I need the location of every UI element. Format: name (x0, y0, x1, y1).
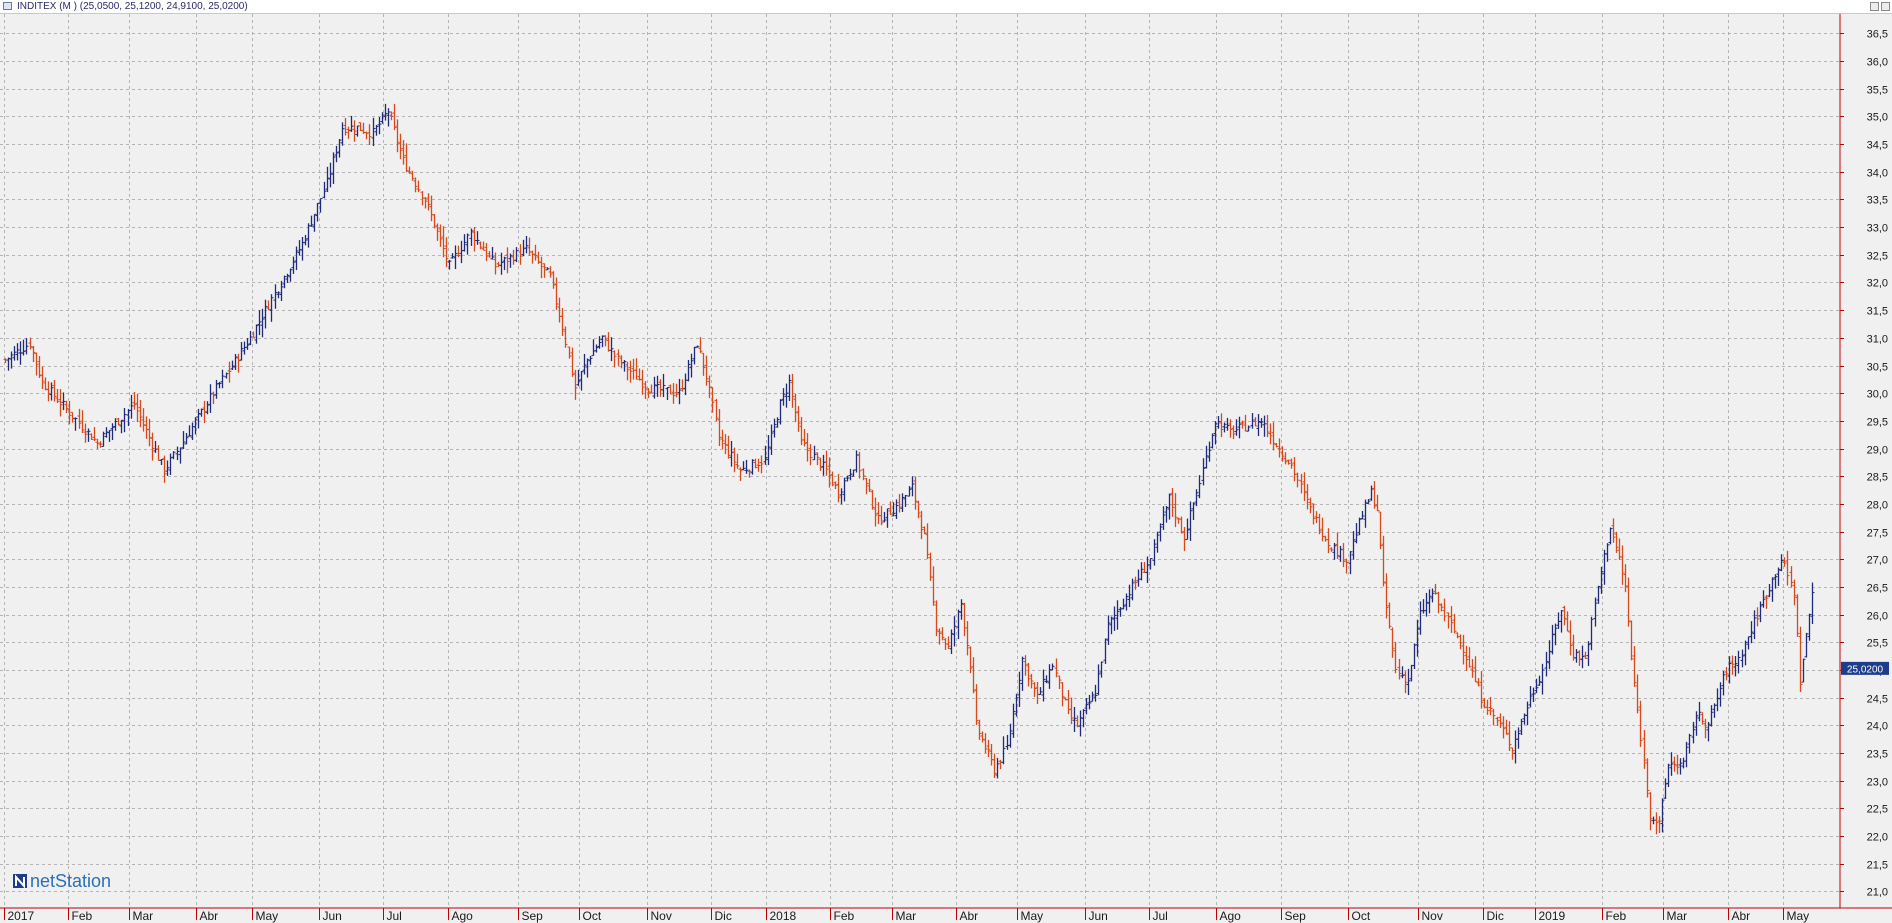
x-tick-label: Feb (72, 909, 93, 923)
window-title: INDITEX (M ) (25,0500, 25,1200, 24,9100,… (17, 1, 248, 12)
y-tick-label: 29,0 (1867, 445, 1888, 457)
y-tick-label: 29,5 (1867, 417, 1888, 429)
x-tick-label: Jul (387, 909, 402, 923)
y-tick-label: 31,0 (1867, 334, 1888, 346)
y-tick-label: 27,0 (1867, 555, 1888, 567)
x-tick-label: 2018 (770, 909, 797, 923)
x-tick-label: Abr (200, 909, 219, 923)
y-tick-label: 33,5 (1867, 195, 1888, 207)
y-tick-label: 36,0 (1867, 57, 1888, 69)
y-tick-label: 33,0 (1867, 223, 1888, 235)
y-tick-label: 21,5 (1867, 860, 1888, 872)
y-tick-label: 36,5 (1867, 29, 1888, 41)
y-tick-label: 26,0 (1867, 611, 1888, 623)
x-tick-label: Oct (1352, 909, 1371, 923)
x-tick-label: Mar (1667, 909, 1688, 923)
x-tick-label: May (1021, 909, 1044, 923)
x-tick-label: Dic (1487, 909, 1504, 923)
x-tick-label: May (1787, 909, 1810, 923)
close-window-button[interactable] (1881, 2, 1890, 11)
x-tick-label: Ago (1220, 909, 1242, 923)
y-tick-label: 30,5 (1867, 362, 1888, 374)
time-axis: 2017 Feb Mar Abr May Jun Jul Ago Sep Oct Nov Dic 201… (4, 908, 1810, 923)
x-tick-label: 2017 (8, 909, 35, 923)
x-tick-label: Jun (1089, 909, 1108, 923)
last-price-label: 25,0200 (1847, 664, 1884, 675)
y-tick-label: 32,0 (1867, 278, 1888, 290)
x-tick-label: Feb (834, 909, 855, 923)
x-tick-label: 2019 (1539, 909, 1566, 923)
chart-background (0, 14, 1892, 923)
x-tick-label: Sep (1285, 909, 1307, 923)
netstation-logo-text: netStation (30, 871, 111, 891)
y-tick-label: 35,5 (1867, 85, 1888, 97)
y-tick-label: 31,5 (1867, 306, 1888, 318)
x-tick-label: Abr (1732, 909, 1751, 923)
price-chart[interactable]: 21,021,522,022,523,023,524,024,525,025,5… (0, 14, 1892, 923)
x-tick-label: Nov (651, 909, 672, 923)
y-tick-label: 28,5 (1867, 472, 1888, 484)
x-tick-label: Sep (522, 909, 544, 923)
x-tick-label: Dic (715, 909, 732, 923)
y-tick-label: 34,0 (1867, 168, 1888, 180)
x-tick-label: Mar (896, 909, 917, 923)
y-tick-label: 34,5 (1867, 140, 1888, 152)
x-tick-label: Feb (1606, 909, 1627, 923)
y-tick-label: 26,5 (1867, 583, 1888, 595)
x-tick-label: Nov (1422, 909, 1443, 923)
y-tick-label: 27,5 (1867, 528, 1888, 540)
y-tick-label: 32,5 (1867, 251, 1888, 263)
x-tick-label: Mar (133, 909, 154, 923)
y-tick-label: 28,0 (1867, 500, 1888, 512)
y-tick-label: 21,0 (1867, 887, 1888, 899)
x-tick-label: Jun (323, 909, 342, 923)
x-tick-label: Abr (960, 909, 979, 923)
y-tick-label: 22,5 (1867, 804, 1888, 816)
last-price-tag: 25,0200 (1841, 661, 1889, 675)
window-title-bar: INDITEX (M ) (25,0500, 25,1200, 24,9100,… (0, 0, 1892, 14)
y-tick-label: 24,0 (1867, 721, 1888, 733)
x-tick-label: Jul (1153, 909, 1168, 923)
y-tick-label: 22,0 (1867, 832, 1888, 844)
x-tick-label: May (256, 909, 279, 923)
chart-window-icon (3, 2, 12, 10)
y-tick-label: 24,5 (1867, 694, 1888, 706)
y-tick-label: 23,0 (1867, 777, 1888, 789)
x-tick-label: Oct (583, 909, 602, 923)
y-tick-label: 35,0 (1867, 112, 1888, 124)
y-tick-label: 30,0 (1867, 389, 1888, 401)
restore-window-button[interactable] (1870, 2, 1879, 11)
y-tick-label: 25,5 (1867, 638, 1888, 650)
y-tick-label: 23,5 (1867, 749, 1888, 761)
x-tick-label: Ago (452, 909, 474, 923)
